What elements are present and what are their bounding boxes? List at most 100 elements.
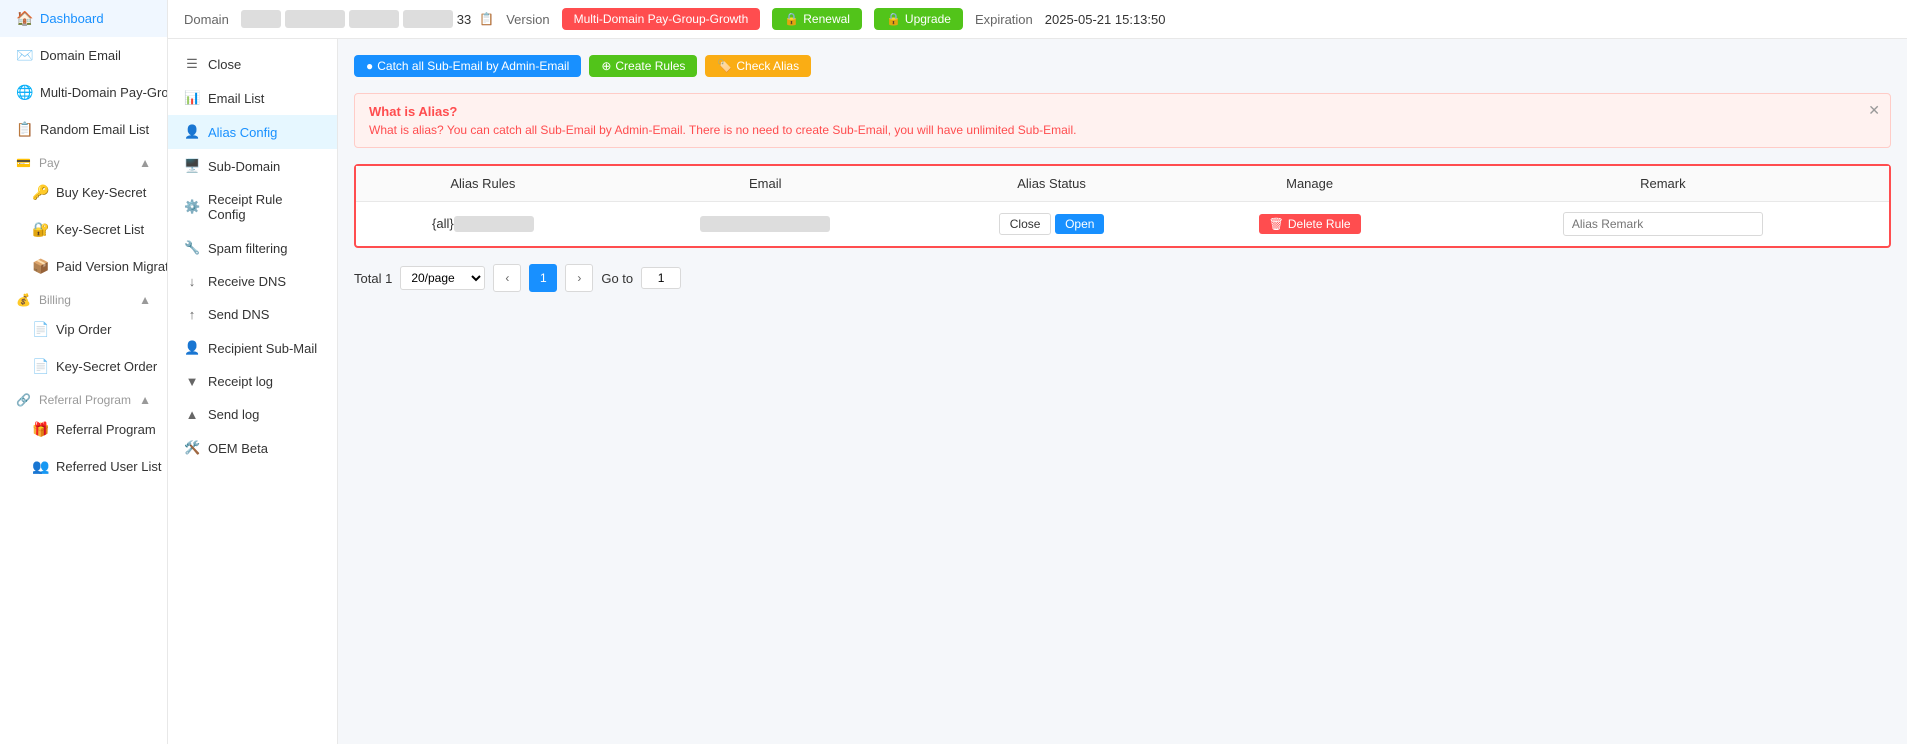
sub-nav-recipient-sub-mail[interactable]: 👤 Recipient Sub-Mail xyxy=(168,331,337,365)
sub-nav-sub-domain[interactable]: 🖥️ Sub-Domain xyxy=(168,149,337,183)
sub-nav-spam-filtering[interactable]: 🔧 Spam filtering xyxy=(168,231,337,265)
total-label: Total 1 xyxy=(354,271,392,286)
action-buttons-row: ● Catch all Sub-Email by Admin-Email ⊕ C… xyxy=(354,55,1891,77)
sidebar-item-dashboard[interactable]: 🏠 Dashboard xyxy=(0,0,167,37)
sidebar-item-multi-domain[interactable]: 🌐 Multi-Domain Pay-Group xyxy=(0,74,167,111)
delete-rule-button[interactable]: 🗑 Delete Rule xyxy=(1259,214,1361,234)
sub-nav-email-list[interactable]: 📊 Email List xyxy=(168,81,337,115)
person-icon: 👤 xyxy=(184,340,200,356)
info-box: What is Alias? What is alias? You can ca… xyxy=(354,93,1891,148)
next-page-button[interactable]: › xyxy=(565,264,593,292)
sub-nav-receive-dns[interactable]: ↓ Receive DNS xyxy=(168,265,337,298)
cell-email xyxy=(610,202,921,247)
cell-alias-rule: {all} xyxy=(356,202,610,247)
domain-part1 xyxy=(241,10,281,28)
up-arrow-icon: ↑ xyxy=(184,307,200,322)
sidebar-group-pay[interactable]: 💳 Pay ▲ xyxy=(0,148,167,174)
goto-label: Go to xyxy=(601,271,633,286)
sidebar-item-referral-program[interactable]: 🎁 Referral Program xyxy=(0,411,167,448)
goto-input[interactable] xyxy=(641,267,681,289)
sub-nav-close[interactable]: ☰ Close xyxy=(168,47,337,81)
gift-icon: 🎁 xyxy=(32,421,48,438)
info-box-close-button[interactable]: ✕ xyxy=(1868,102,1880,119)
col-manage: Manage xyxy=(1182,166,1436,202)
col-alias-rules: Alias Rules xyxy=(356,166,610,202)
sidebar-item-key-secret-order[interactable]: 📄 Key-Secret Order xyxy=(0,348,167,385)
upgrade-button[interactable]: 🔒 Upgrade xyxy=(874,8,963,30)
page-1-button[interactable]: 1 xyxy=(529,264,557,292)
remark-input[interactable] xyxy=(1563,212,1763,236)
cell-alias-status: Close Open xyxy=(921,202,1183,247)
order-icon: 📄 xyxy=(32,321,48,338)
sidebar: 🏠 Dashboard ✉️ Domain Email 🌐 Multi-Doma… xyxy=(0,0,168,744)
domain-part3 xyxy=(349,10,399,28)
info-box-text: What is alias? You can catch all Sub-Ema… xyxy=(369,123,1876,137)
col-email: Email xyxy=(610,166,921,202)
down-arrow-icon: ↓ xyxy=(184,274,200,289)
alias-rule-domain xyxy=(454,216,534,232)
content-area: ☰ Close 📊 Email List 👤 Alias Config 🖥️ S… xyxy=(168,39,1907,744)
sidebar-item-key-secret-list[interactable]: 🔐 Key-Secret List xyxy=(0,211,167,248)
sidebar-item-referred-user-list[interactable]: 👥 Referred User List xyxy=(0,448,167,485)
create-rules-button[interactable]: ⊕ Create Rules xyxy=(589,55,697,77)
check-alias-button[interactable]: 🏷️ Check Alias xyxy=(705,55,811,77)
chevron-up-icon-billing: ▲ xyxy=(139,293,151,307)
per-page-select[interactable]: 20/page 50/page 100/page xyxy=(400,266,485,290)
domain-value-group: 33 📋 xyxy=(241,10,494,28)
email-value xyxy=(700,216,830,232)
sub-nav-send-dns[interactable]: ↑ Send DNS xyxy=(168,298,337,331)
sidebar-item-buy-key-secret[interactable]: 🔑 Buy Key-Secret xyxy=(0,174,167,211)
gear-icon: ⚙️ xyxy=(184,199,200,215)
catch-all-button[interactable]: ● Catch all Sub-Email by Admin-Email xyxy=(354,55,581,77)
billing-icon: 💰 xyxy=(16,293,31,307)
col-remark: Remark xyxy=(1437,166,1889,202)
alias-rule-prefix: {all} xyxy=(432,216,454,231)
sub-nav-receipt-rule[interactable]: ⚙️ Receipt Rule Config xyxy=(168,183,337,231)
sub-nav-alias-config[interactable]: 👤 Alias Config xyxy=(168,115,337,149)
dashboard-icon: 🏠 xyxy=(16,10,32,27)
domain-label: Domain xyxy=(184,12,229,27)
version-button[interactable]: Multi-Domain Pay-Group-Growth xyxy=(562,8,761,30)
sidebar-item-vip-order[interactable]: 📄 Vip Order xyxy=(0,311,167,348)
email-icon: ✉️ xyxy=(16,47,32,64)
key-icon: 🔑 xyxy=(32,184,48,201)
sidebar-item-domain-email[interactable]: ✉️ Domain Email xyxy=(0,37,167,74)
list-icon: 📋 xyxy=(16,121,32,138)
version-label: Version xyxy=(506,12,549,27)
sub-nav-send-log[interactable]: ▲ Send log xyxy=(168,398,337,431)
renewal-button[interactable]: 🔒 Renewal xyxy=(772,8,862,30)
status-close-button[interactable]: Close xyxy=(999,213,1052,235)
sub-nav-receipt-log[interactable]: ▼ Receipt log xyxy=(168,365,337,398)
cell-manage: 🗑 Delete Rule xyxy=(1182,202,1436,247)
prev-page-button[interactable]: ‹ xyxy=(493,264,521,292)
domain-part2 xyxy=(285,10,345,28)
sub-nav-oem-beta[interactable]: 🛠️ OEM Beta xyxy=(168,431,337,465)
expiration-label: Expiration xyxy=(975,12,1033,27)
tag-icon: 🏷️ xyxy=(717,59,732,73)
expiration-value: 2025-05-21 15:13:50 xyxy=(1045,12,1166,27)
trash-icon: 🗑 xyxy=(1269,217,1284,231)
shield-icon: 🔒 xyxy=(784,12,799,26)
circle-icon: ⊕ xyxy=(601,59,611,73)
oem-icon: 🛠️ xyxy=(184,440,200,456)
sidebar-item-paid-migration[interactable]: 📦 Paid Version Migration xyxy=(0,248,167,285)
domain-part4 xyxy=(403,10,453,28)
sidebar-group-billing[interactable]: 💰 Billing ▲ xyxy=(0,285,167,311)
copy-icon[interactable]: 📋 xyxy=(479,12,494,26)
down-triangle-icon: ▼ xyxy=(184,374,200,389)
pay-icon: 💳 xyxy=(16,156,31,170)
status-open-button[interactable]: Open xyxy=(1055,214,1104,234)
sidebar-item-random-email[interactable]: 📋 Random Email List xyxy=(0,111,167,148)
package-icon: 📦 xyxy=(32,258,48,275)
monitor-icon: 🖥️ xyxy=(184,158,200,174)
order2-icon: 📄 xyxy=(32,358,48,375)
upgrade-icon: 🔒 xyxy=(886,12,901,26)
alias-icon: 👤 xyxy=(184,124,200,140)
chevron-up-icon: ▲ xyxy=(139,156,151,170)
info-box-title: What is Alias? xyxy=(369,104,1876,119)
domain-suffix: 33 xyxy=(457,12,471,27)
sidebar-group-referral[interactable]: 🔗 Referral Program ▲ xyxy=(0,385,167,411)
sub-nav: ☰ Close 📊 Email List 👤 Alias Config 🖥️ S… xyxy=(168,39,338,744)
up-triangle-icon: ▲ xyxy=(184,407,200,422)
table-row: {all} Close Open 🗑 xyxy=(356,202,1889,247)
